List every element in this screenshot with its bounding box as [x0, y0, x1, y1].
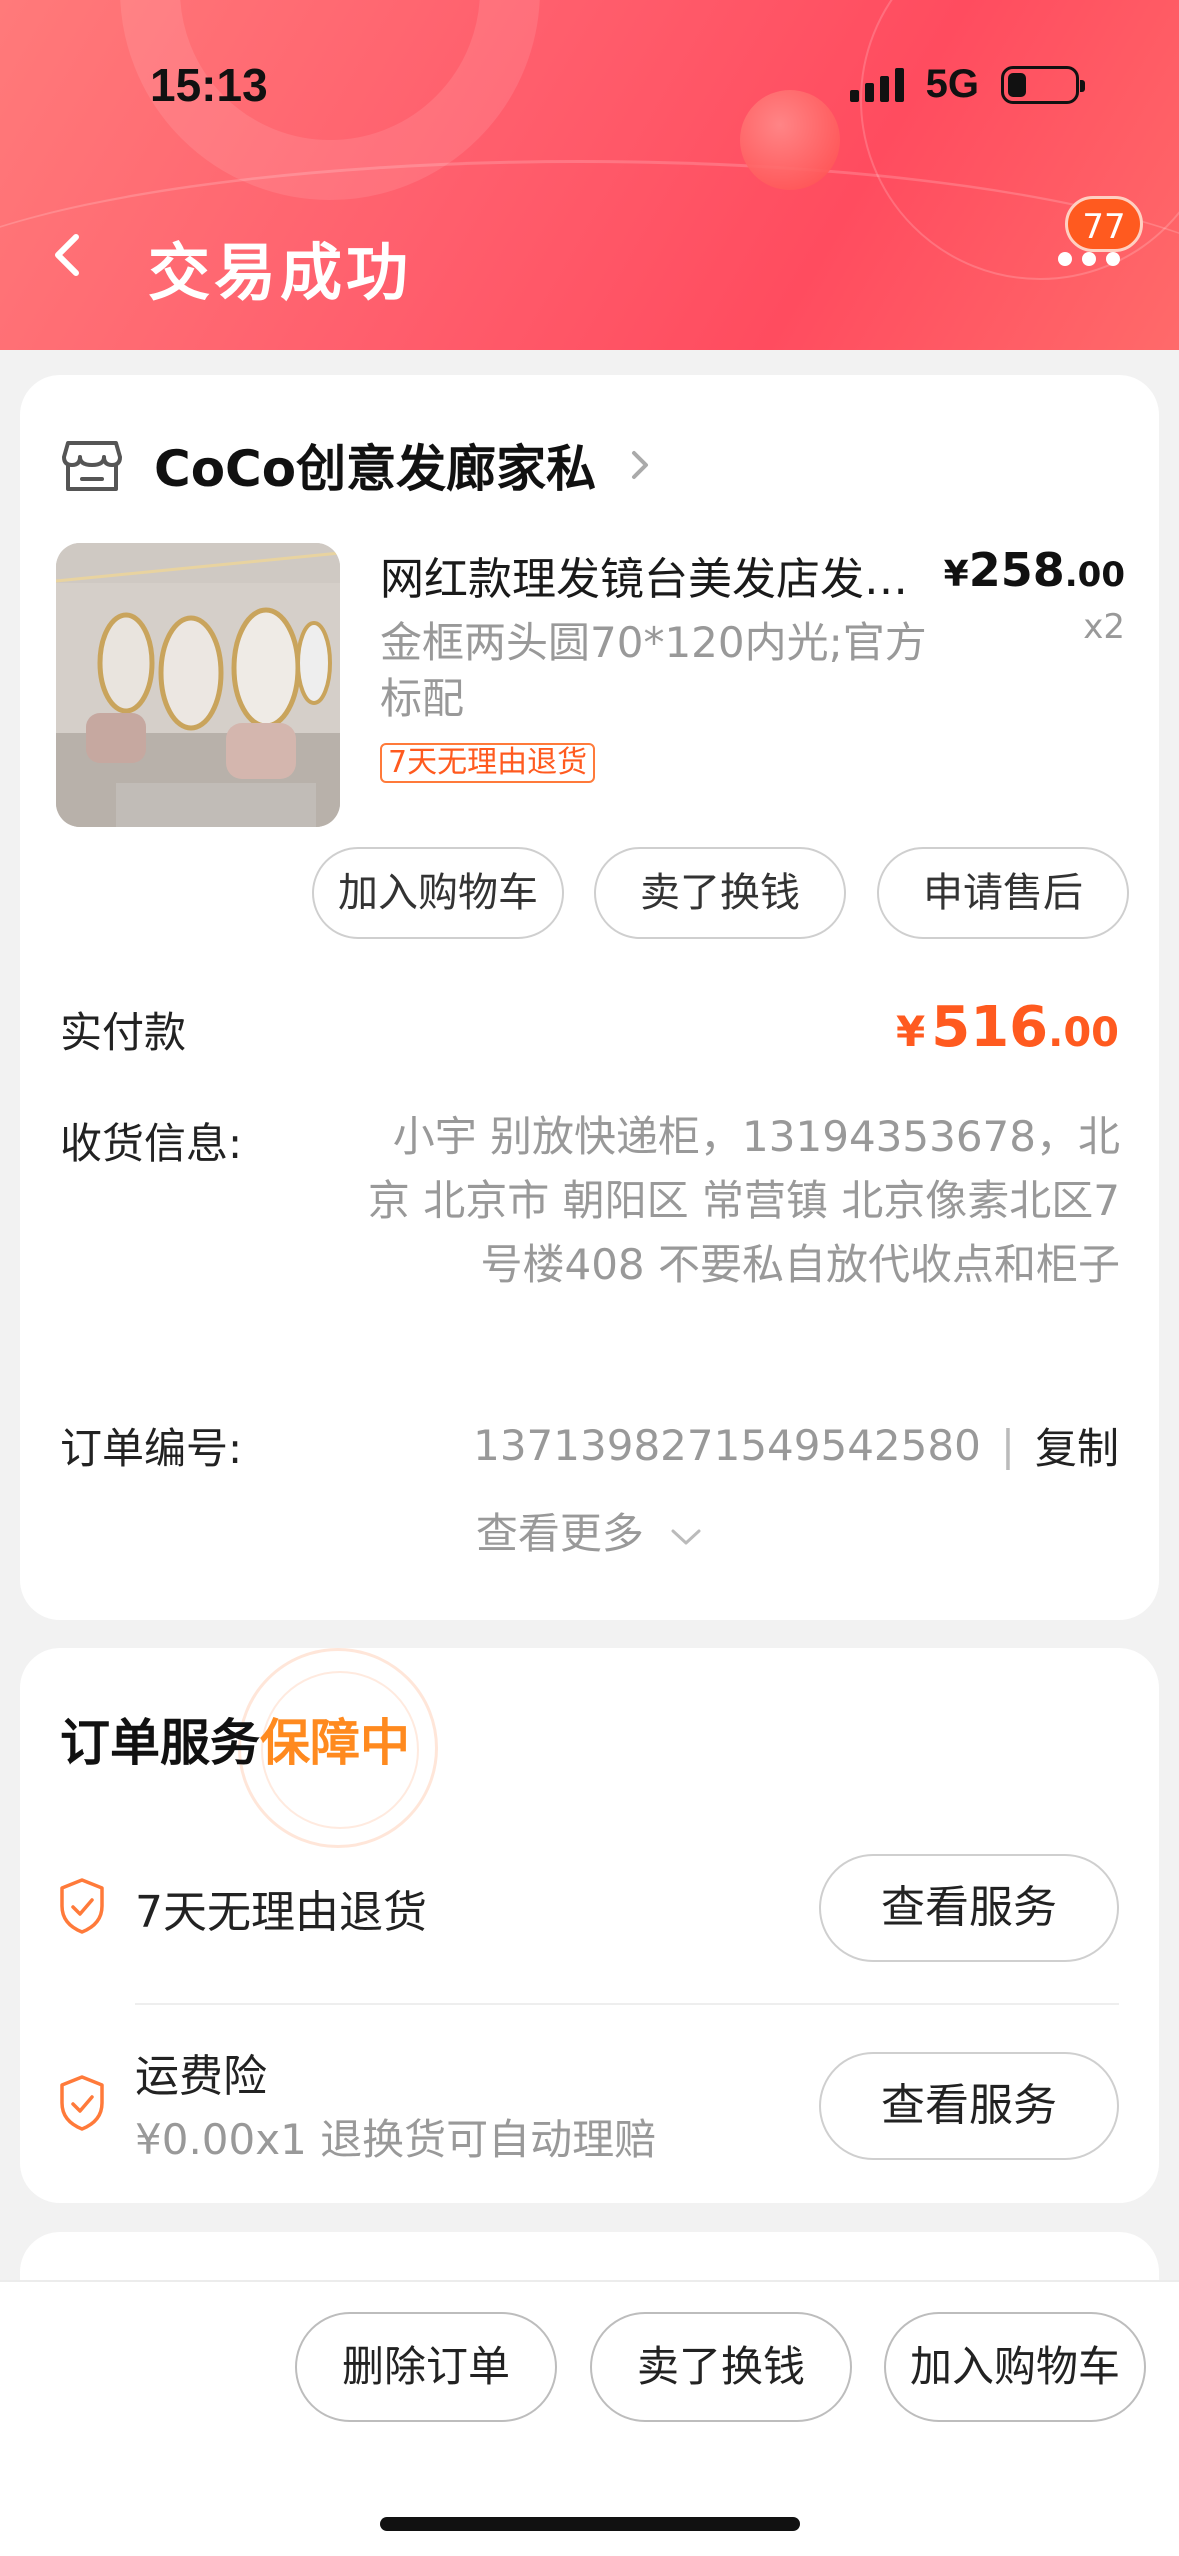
- shield-check-icon: [60, 2075, 104, 2131]
- address-label: 收货信息:: [60, 1119, 243, 1168]
- shop-link[interactable]: CoCo创意发廊家私: [60, 425, 654, 505]
- price-decimal: .00: [1064, 555, 1125, 595]
- salon-mirror-image: [56, 543, 340, 827]
- add-to-cart-button[interactable]: 加入购物车: [884, 2312, 1146, 2422]
- header-banner: 15:13 5G 交易成功 77: [0, 0, 1179, 350]
- battery-icon: [1001, 65, 1085, 104]
- service-item-name: 7天无理由退货: [135, 1887, 427, 1938]
- message-count-badge: 77: [1065, 196, 1143, 252]
- order-number-value: 1371398271549542580: [473, 1421, 981, 1470]
- delete-order-button[interactable]: 删除订单: [295, 2312, 557, 2422]
- address-value: 小宇 别放快递柜，13194353678，北京 北京市 朝阳区 常营镇 北京像素…: [367, 1112, 1120, 1289]
- sell-button[interactable]: 卖了换钱: [594, 847, 846, 939]
- service-title-text: 订单服务: [60, 1714, 260, 1772]
- paid-label: 实付款: [60, 1008, 187, 1057]
- service-title: 订单服务保障中: [60, 1703, 410, 1775]
- home-indicator: [380, 2517, 800, 2531]
- more-dots-icon[interactable]: [1058, 252, 1120, 266]
- after-sale-button[interactable]: 申请售后: [877, 847, 1129, 939]
- chevron-down-icon: [671, 1529, 701, 1544]
- service-status: 保障中: [260, 1714, 410, 1772]
- see-more-label: 查看更多: [475, 1509, 644, 1558]
- product-price: ¥258.00: [944, 543, 1125, 597]
- order-number-label: 订单编号:: [60, 1424, 243, 1473]
- sell-button[interactable]: 卖了换钱: [590, 2312, 852, 2422]
- order-card: CoCo创意发廊家私 网红款理发镜台美发店发… 金框两头圆70*120内光;官方…: [20, 375, 1159, 1620]
- status-time: 15:13: [150, 59, 268, 111]
- see-more-button[interactable]: 查看更多: [20, 1500, 1159, 1561]
- order-number-row: 1371398271549542580 | 复制: [473, 1415, 1119, 1476]
- paid-amount: ¥516.00: [896, 995, 1119, 1060]
- view-service-button[interactable]: 查看服务: [819, 2052, 1119, 2160]
- paid-decimal: .00: [1048, 1010, 1119, 1056]
- price-integer: 258: [968, 543, 1065, 597]
- separator: |: [1000, 1421, 1015, 1470]
- network-type: 5G: [925, 62, 979, 106]
- product-image[interactable]: [56, 543, 340, 827]
- product-quantity: x2: [1083, 607, 1125, 647]
- divider: [135, 2003, 1119, 2005]
- store-icon: [62, 441, 122, 491]
- product-spec: 金框两头圆70*120内光;官方标配: [380, 618, 927, 723]
- return-policy-tag: 7天无理由退货: [380, 743, 596, 783]
- shield-check-icon: [60, 1878, 104, 1934]
- service-item-detail: ¥0.00x1 退换货可自动理赔: [135, 2115, 657, 2164]
- status-icons: 5G: [849, 62, 1085, 107]
- currency-symbol: ¥: [896, 1007, 926, 1056]
- back-button[interactable]: [40, 225, 100, 285]
- product-title[interactable]: 网红款理发镜台美发店发…: [380, 543, 940, 607]
- header-decoration: [740, 90, 840, 190]
- add-to-cart-button[interactable]: 加入购物车: [312, 847, 564, 939]
- chevron-right-icon: [632, 451, 649, 479]
- view-service-button[interactable]: 查看服务: [819, 1854, 1119, 1962]
- shop-name: CoCo创意发廊家私: [154, 440, 597, 498]
- service-item-name: 运费险: [135, 2051, 267, 2102]
- currency-symbol: ¥: [943, 554, 969, 595]
- copy-button[interactable]: 复制: [1035, 1415, 1119, 1476]
- chevron-left-icon: [55, 234, 79, 276]
- service-card: 订单服务保障中 7天无理由退货 查看服务 运费险 ¥0.00x1 退换货可自动理…: [20, 1648, 1159, 2203]
- paid-integer: 516: [931, 995, 1049, 1060]
- signal-icon: [849, 67, 904, 102]
- bottom-action-bar: 删除订单 卖了换钱 加入购物车: [0, 2280, 1179, 2556]
- page-title: 交易成功: [148, 236, 413, 309]
